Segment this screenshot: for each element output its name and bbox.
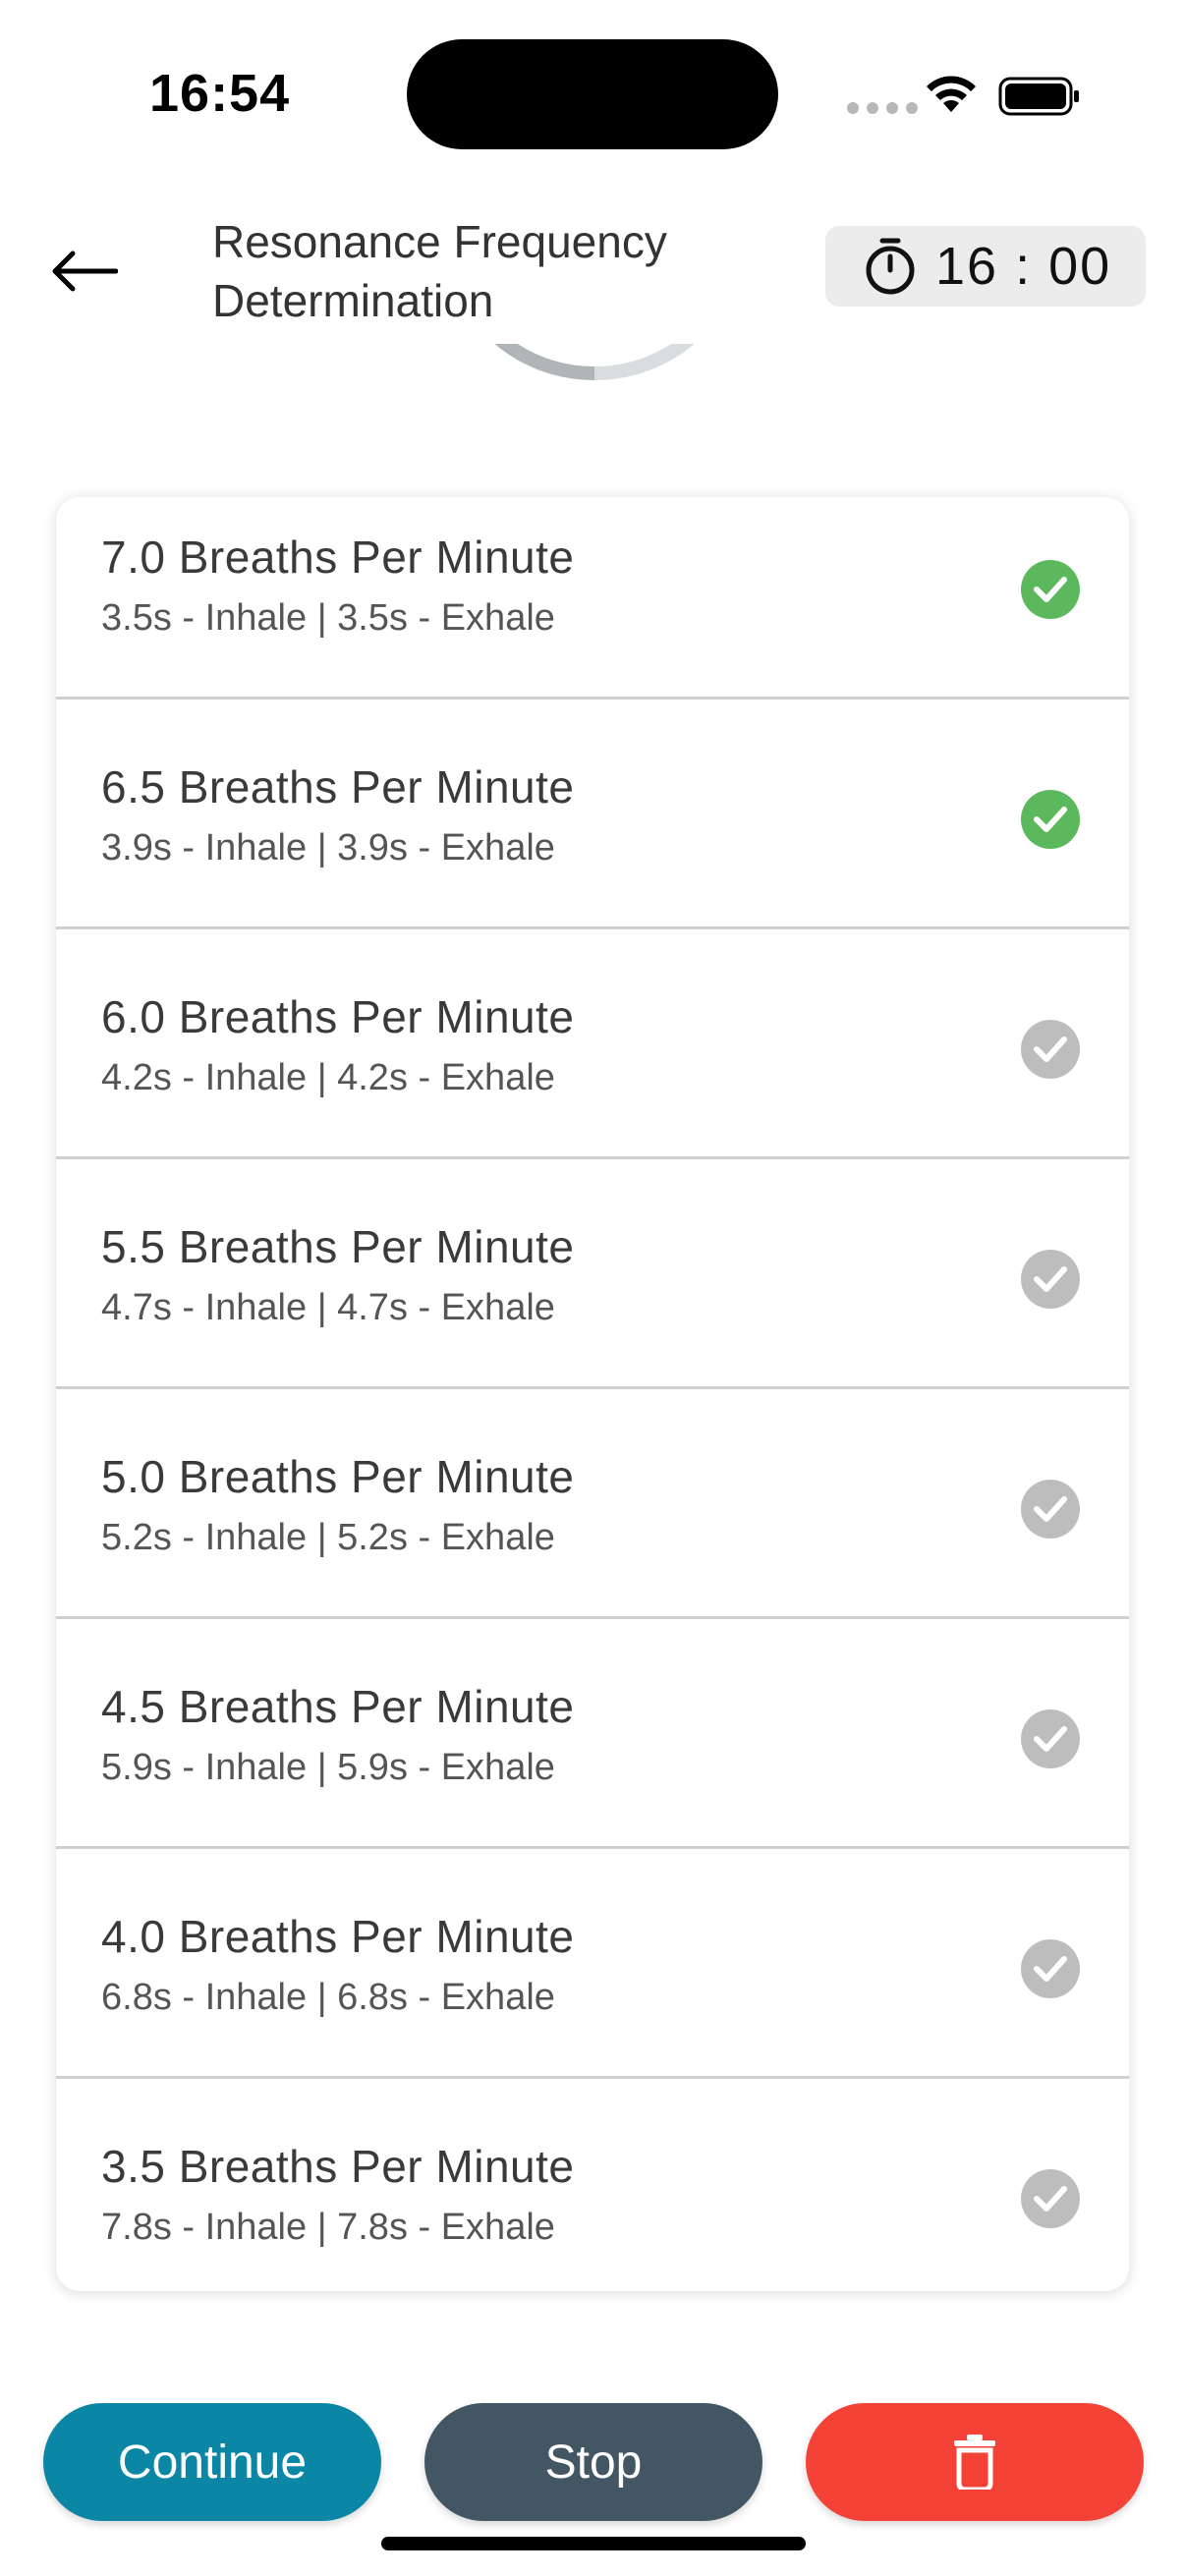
header: Resonance Frequency Determination 16 : 0…: [0, 187, 1185, 344]
pending-check-icon: [1021, 2169, 1080, 2228]
continue-button-label: Continue: [117, 2436, 308, 2489]
rate-subtitle: 5.9s - Inhale | 5.9s - Exhale: [101, 1747, 555, 1788]
stopwatch-icon: [866, 238, 915, 295]
rate-list-item[interactable]: 5.5 Breaths Per Minute 4.7s - Inhale | 4.…: [56, 1159, 1129, 1389]
trash-icon: [954, 2435, 995, 2490]
dynamic-island: [407, 39, 778, 149]
rate-list-item[interactable]: 7.0 Breaths Per Minute 3.5s - Inhale | 3.…: [56, 497, 1129, 700]
page-title-line1: Resonance Frequency: [212, 216, 667, 267]
rate-list-item[interactable]: 6.0 Breaths Per Minute 4.2s - Inhale | 4.…: [56, 929, 1129, 1159]
rate-list-item[interactable]: 3.5 Breaths Per Minute 7.8s - Inhale | 7.…: [56, 2079, 1129, 2291]
rate-subtitle: 5.2s - Inhale | 5.2s - Exhale: [101, 1517, 555, 1558]
rate-list-item[interactable]: 6.5 Breaths Per Minute 3.9s - Inhale | 3.…: [56, 700, 1129, 929]
rate-title: 5.5 Breaths Per Minute: [101, 1221, 575, 1272]
completed-check-icon: [1021, 790, 1080, 849]
pending-check-icon: [1021, 1480, 1080, 1539]
rate-subtitle: 3.9s - Inhale | 3.9s - Exhale: [101, 827, 555, 868]
rate-title: 6.0 Breaths Per Minute: [101, 991, 575, 1042]
continue-button[interactable]: Continue: [43, 2403, 381, 2521]
timer-value: 16 : 00: [935, 237, 1112, 296]
pending-check-icon: [1021, 1020, 1080, 1079]
rate-list-item[interactable]: 5.0 Breaths Per Minute 5.2s - Inhale | 5.…: [56, 1389, 1129, 1619]
wifi-icon: [927, 76, 976, 112]
rate-subtitle: 4.2s - Inhale | 4.2s - Exhale: [101, 1057, 555, 1098]
battery-icon: [998, 77, 1079, 116]
delete-button[interactable]: [806, 2403, 1144, 2521]
completed-check-icon: [1021, 560, 1080, 619]
rate-title: 6.5 Breaths Per Minute: [101, 761, 575, 812]
timer-badge: 16 : 00: [825, 226, 1146, 307]
breathing-rate-list: 7.0 Breaths Per Minute 3.5s - Inhale | 3.…: [56, 497, 1129, 2291]
rate-subtitle: 4.7s - Inhale | 4.7s - Exhale: [101, 1287, 555, 1328]
rate-title: 4.0 Breaths Per Minute: [101, 1911, 575, 1962]
status-time: 16:54: [149, 64, 291, 123]
status-bar: 16:54: [0, 0, 1185, 187]
rate-list-item[interactable]: 4.5 Breaths Per Minute 5.9s - Inhale | 5.…: [56, 1619, 1129, 1849]
cellular-signal-icon: [847, 102, 918, 114]
home-indicator: [381, 2537, 806, 2550]
rate-list-item[interactable]: 4.0 Breaths Per Minute 6.8s - Inhale | 6.…: [56, 1849, 1129, 2079]
rate-subtitle: 7.8s - Inhale | 7.8s - Exhale: [101, 2207, 555, 2248]
pending-check-icon: [1021, 1709, 1080, 1768]
pending-check-icon: [1021, 1250, 1080, 1309]
arrow-left-icon: [52, 251, 118, 292]
page-title: Resonance Frequency Determination: [212, 212, 762, 330]
rate-subtitle: 3.5s - Inhale | 3.5s - Exhale: [101, 597, 555, 639]
pending-check-icon: [1021, 1939, 1080, 1998]
rate-subtitle: 6.8s - Inhale | 6.8s - Exhale: [101, 1977, 555, 2018]
rate-title: 5.0 Breaths Per Minute: [101, 1451, 575, 1502]
rate-title: 4.5 Breaths Per Minute: [101, 1681, 575, 1732]
rate-title: 3.5 Breaths Per Minute: [101, 2141, 575, 2192]
stop-button-label: Stop: [544, 2436, 643, 2489]
page-title-line2: Determination: [212, 275, 494, 326]
stop-button[interactable]: Stop: [424, 2403, 762, 2521]
back-button[interactable]: [39, 232, 128, 310]
rate-title: 7.0 Breaths Per Minute: [101, 532, 575, 583]
